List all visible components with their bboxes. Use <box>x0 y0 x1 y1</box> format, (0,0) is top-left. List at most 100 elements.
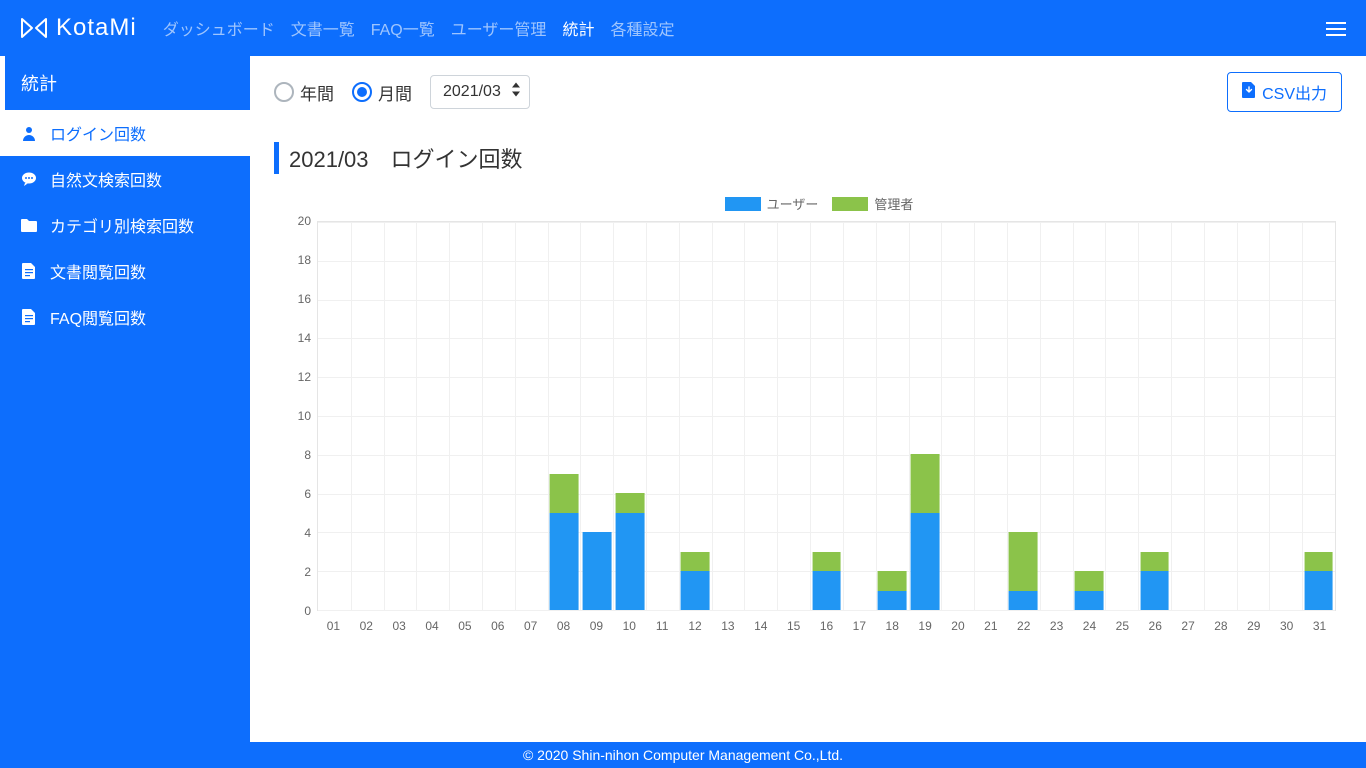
grid-line-v <box>679 222 680 610</box>
grid-line-v <box>1073 222 1074 610</box>
file-icon <box>18 309 40 325</box>
grid-line-v <box>909 222 910 610</box>
x-tick: 22 <box>1017 619 1030 633</box>
y-tick: 4 <box>304 526 311 540</box>
csv-export-button[interactable]: CSV出力 <box>1227 72 1342 112</box>
chart-container: ユーザー 管理者 02468101214161820 0102030405060… <box>282 194 1342 641</box>
bar-seg-user <box>812 571 841 610</box>
x-tick: 18 <box>886 619 899 633</box>
grid-line-v <box>351 222 352 610</box>
x-tick: 27 <box>1181 619 1194 633</box>
grid-line-v <box>384 222 385 610</box>
grid-line-v <box>1302 222 1303 610</box>
x-tick: 16 <box>820 619 833 633</box>
grid-line-h <box>318 532 1335 533</box>
bar-10 <box>615 493 644 610</box>
chart-legend: ユーザー 管理者 <box>282 194 1342 213</box>
grid-line-v <box>1007 222 1008 610</box>
comment-icon <box>18 171 40 187</box>
grid-line-h <box>318 300 1335 301</box>
radio-year-label: 年間 <box>300 80 334 105</box>
sidebar-item-label: ログイン回数 <box>50 121 146 145</box>
main-content: 年間 月間 2021/03 CSV出力 2021/03 ログイン回数 ユーザー … <box>250 56 1366 742</box>
bar-seg-user <box>615 513 644 611</box>
x-tick: 30 <box>1280 619 1293 633</box>
x-tick: 01 <box>327 619 340 633</box>
x-tick: 29 <box>1247 619 1260 633</box>
bar-seg-admin <box>1140 552 1169 572</box>
grid-line-v <box>1204 222 1205 610</box>
grid-line-h <box>318 416 1335 417</box>
x-tick: 06 <box>491 619 504 633</box>
x-tick: 12 <box>688 619 701 633</box>
x-tick: 21 <box>984 619 997 633</box>
radio-month-label: 月間 <box>378 80 412 105</box>
grid-line-v <box>613 222 614 610</box>
select-caret-icon <box>511 83 521 102</box>
grid-line-v <box>449 222 450 610</box>
nav-item-2[interactable]: FAQ一覧 <box>371 16 435 40</box>
grid-line-v <box>1040 222 1041 610</box>
radio-year[interactable]: 年間 <box>274 80 334 105</box>
bar-seg-admin <box>550 474 579 513</box>
nav-item-0[interactable]: ダッシュボード <box>163 16 275 40</box>
sidebar-item-2[interactable]: カテゴリ別検索回数 <box>0 202 250 248</box>
sidebar-item-0[interactable]: ログイン回数 <box>0 110 250 156</box>
y-tick: 8 <box>304 448 311 462</box>
brand-logo: KotaMi <box>20 14 137 42</box>
x-axis: 0102030405060708091011121314151617181920… <box>317 611 1336 641</box>
bar-31 <box>1304 552 1333 611</box>
y-tick: 10 <box>298 409 311 423</box>
hamburger-menu-icon[interactable] <box>1326 18 1346 40</box>
y-tick: 2 <box>304 565 311 579</box>
sidebar: 統計 ログイン回数自然文検索回数カテゴリ別検索回数文書閲覧回数 FAQ閲覧回数 <box>0 56 250 768</box>
x-tick: 25 <box>1116 619 1129 633</box>
grid-line-v <box>941 222 942 610</box>
period-controls: 年間 月間 2021/03 CSV出力 <box>274 72 1342 112</box>
bar-seg-admin <box>1075 571 1104 591</box>
bar-seg-admin <box>681 552 710 572</box>
grid-line-v <box>416 222 417 610</box>
logo-icon <box>20 17 48 39</box>
bar-seg-admin <box>910 454 939 513</box>
bar-seg-user <box>878 591 907 611</box>
grid-line-h <box>318 338 1335 339</box>
y-tick: 18 <box>298 253 311 267</box>
x-tick: 04 <box>425 619 438 633</box>
y-tick: 14 <box>298 331 311 345</box>
sidebar-item-3[interactable]: 文書閲覧回数 <box>0 248 250 294</box>
x-tick: 10 <box>623 619 636 633</box>
chart: 02468101214161820 0102030405060708091011… <box>282 221 1342 641</box>
sidebar-item-4[interactable]: FAQ閲覧回数 <box>0 294 250 340</box>
y-axis: 02468101214161820 <box>282 221 317 611</box>
x-tick: 17 <box>853 619 866 633</box>
grid-line-h <box>318 261 1335 262</box>
x-tick: 05 <box>458 619 471 633</box>
x-tick: 14 <box>754 619 767 633</box>
csv-export-label: CSV出力 <box>1262 80 1327 104</box>
grid-line-h <box>318 455 1335 456</box>
x-tick: 03 <box>392 619 405 633</box>
legend-swatch-admin <box>832 197 868 211</box>
nav-item-1[interactable]: 文書一覧 <box>291 16 355 40</box>
sidebar-item-1[interactable]: 自然文検索回数 <box>0 156 250 202</box>
sidebar-item-label: 文書閲覧回数 <box>50 259 146 283</box>
grid-line-v <box>974 222 975 610</box>
nav-item-4[interactable]: 統計 <box>562 16 594 40</box>
bar-seg-user <box>1140 571 1169 610</box>
nav-item-3[interactable]: ユーザー管理 <box>451 16 547 40</box>
radio-month[interactable]: 月間 <box>352 80 412 105</box>
nav-item-5[interactable]: 各種設定 <box>610 16 674 40</box>
page-title: 2021/03 ログイン回数 <box>274 142 1342 174</box>
grid-line-v <box>843 222 844 610</box>
x-tick: 07 <box>524 619 537 633</box>
sidebar-title: 統計 <box>0 56 250 110</box>
grid-line-v <box>1237 222 1238 610</box>
x-tick: 13 <box>721 619 734 633</box>
file-icon <box>18 263 40 279</box>
bar-24 <box>1075 571 1104 610</box>
x-tick: 28 <box>1214 619 1227 633</box>
grid-line-v <box>1138 222 1139 610</box>
bar-19 <box>910 454 939 610</box>
month-select[interactable]: 2021/03 <box>430 75 530 109</box>
